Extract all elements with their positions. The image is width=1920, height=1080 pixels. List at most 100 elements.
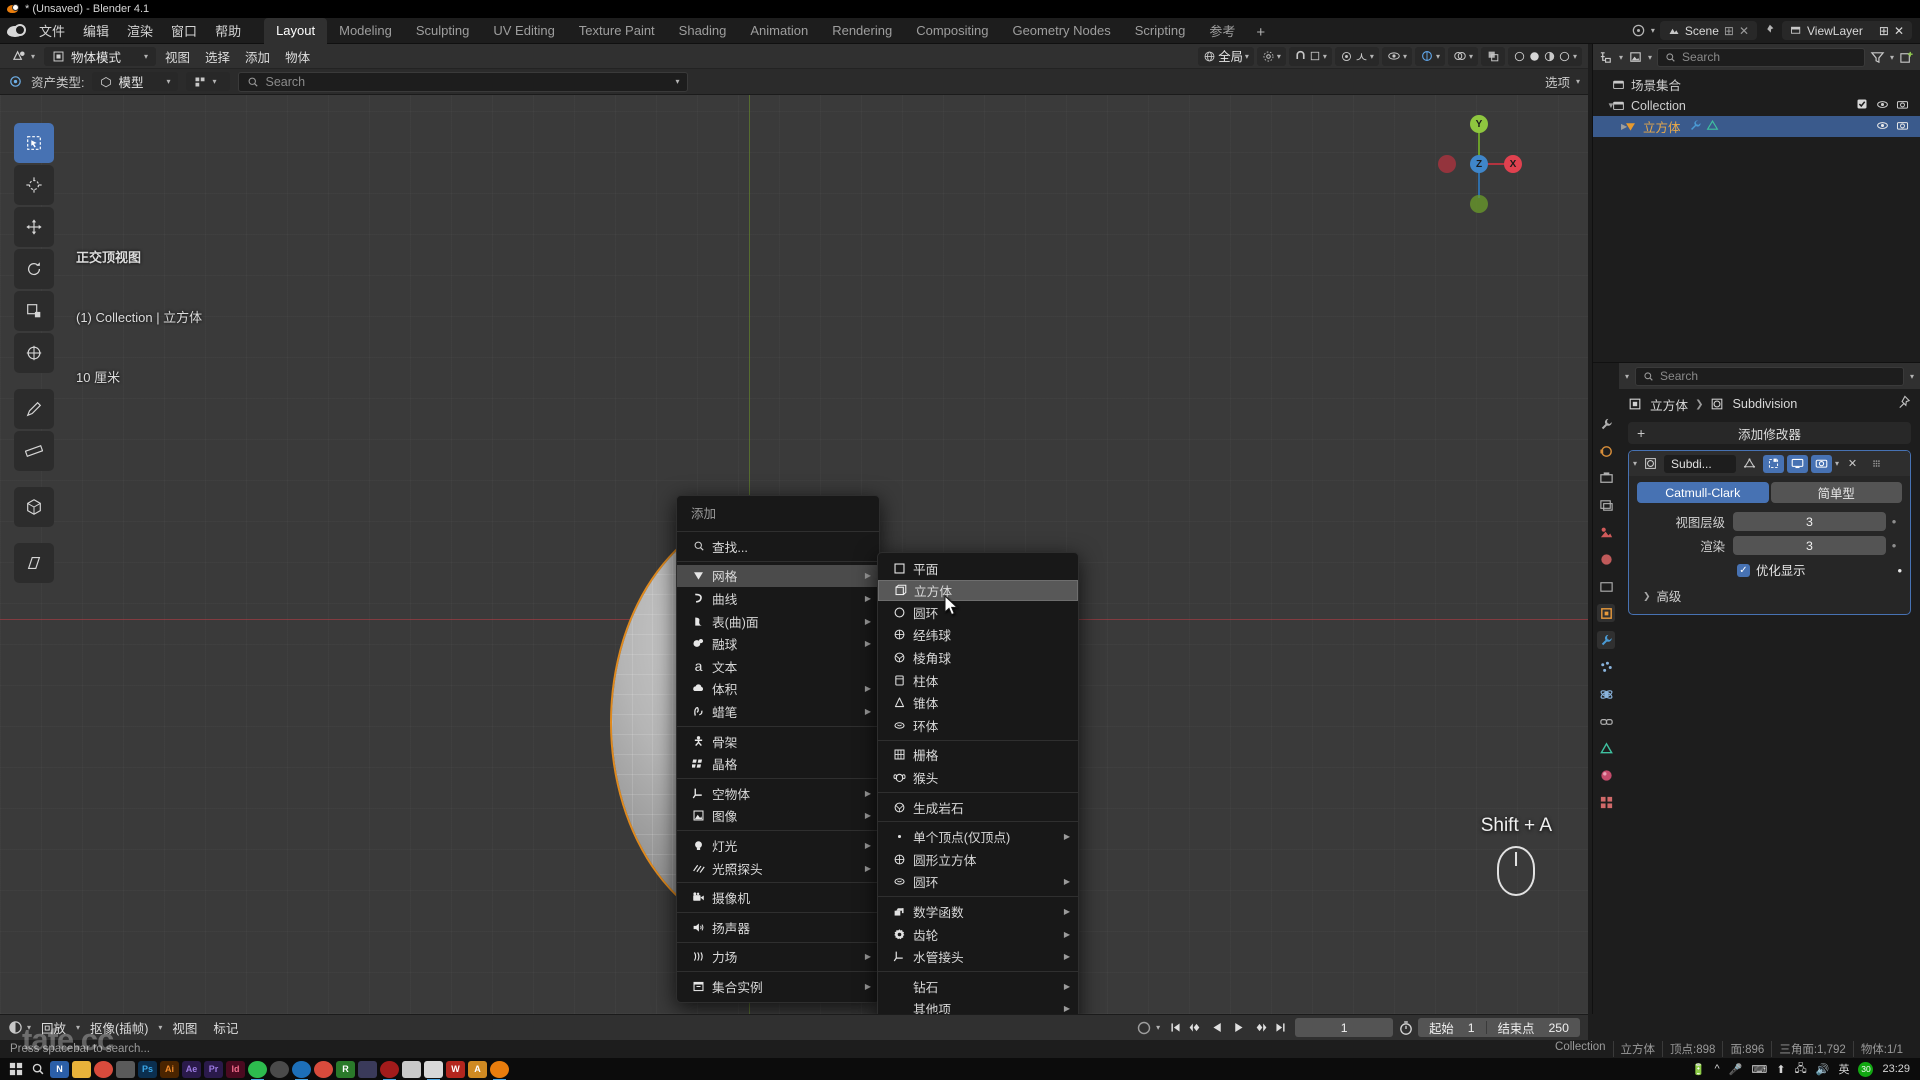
tab-modeling[interactable]: Modeling [327, 18, 404, 44]
taskbar-search-icon[interactable] [28, 1061, 47, 1078]
gizmo-axis-z[interactable]: Z [1470, 155, 1488, 173]
levels-render-value[interactable]: 3 [1733, 536, 1886, 555]
3d-viewport[interactable]: 正交顶视图 (1) Collection | 立方体 10 厘米 X Y Z S… [0, 95, 1588, 1014]
scene-stats-caret-icon[interactable]: ▾ [1651, 26, 1655, 35]
outliner-row-scene-collection[interactable]: 场景集合 [1593, 74, 1920, 95]
tray-update-icon[interactable]: ⬆ [1776, 1063, 1785, 1076]
tray-badge[interactable]: 30 [1858, 1061, 1874, 1077]
advanced-section-header[interactable]: ❯ 高级 [1637, 581, 1902, 605]
mesh-item-torus[interactable]: 环体 [878, 714, 1078, 737]
options-caret-icon[interactable]: ▾ [1576, 77, 1580, 86]
modifier-expand-caret-icon[interactable]: ▾ [1633, 459, 1637, 468]
mesh-item-uv-sphere[interactable]: 经纬球 [878, 624, 1078, 647]
disclosure-triangle-icon[interactable]: ▶ [1593, 122, 1627, 131]
taskbar-app-autodesk[interactable]: A [468, 1060, 487, 1078]
tab-layout[interactable]: Layout [264, 17, 328, 44]
timeline-type-caret-icon[interactable]: ▾ [27, 1023, 31, 1032]
mesh-item-cone[interactable]: 锥体 [878, 691, 1078, 714]
tray-keyboard-icon[interactable]: ⌨ [1751, 1063, 1767, 1076]
tab-world[interactable] [1597, 550, 1615, 568]
new-collection-icon[interactable] [1899, 50, 1914, 65]
view-layer-selector[interactable]: ViewLayer ⊞ ✕ [1782, 21, 1912, 40]
tray-volume-icon[interactable]: 🔊 [1816, 1063, 1830, 1076]
transform-orientation-selector[interactable]: 全局 ▾ [1198, 46, 1254, 66]
tab-view-layer[interactable] [1597, 496, 1615, 514]
play-button[interactable] [1228, 1018, 1248, 1037]
viewport-menu-view[interactable]: 视图 [159, 47, 196, 66]
show-in-edit-mode-icon[interactable] [1763, 454, 1785, 473]
taskbar-app-folder[interactable] [72, 1060, 91, 1078]
start-frame-field[interactable]: 起始 1 [1418, 1019, 1485, 1037]
disclosure-triangle-icon[interactable]: ▼ [1593, 101, 1615, 110]
add-menu-item-volume[interactable]: 体积 ▶ [677, 678, 879, 701]
tab-rendering[interactable]: Rendering [820, 18, 904, 44]
drag-handle-icon[interactable] [1866, 455, 1887, 473]
taskbar-app-browser2[interactable] [314, 1060, 333, 1078]
mesh-item-cube[interactable]: 立方体 [878, 579, 1078, 602]
tool-rotate[interactable] [14, 249, 54, 289]
tab-output[interactable] [1597, 469, 1615, 487]
properties-filter-caret-icon[interactable]: ▾ [1625, 372, 1629, 381]
close-icon[interactable]: ✕ [1842, 455, 1863, 473]
viewport-visibility-group[interactable]: ▾ [1381, 46, 1412, 66]
taskbar-app-note2[interactable] [402, 1060, 421, 1078]
tab-shading[interactable]: Shading [667, 18, 739, 44]
mesh-item-circle[interactable]: 圆环 [878, 601, 1078, 624]
tray-ime-label[interactable]: 英 [1838, 1061, 1849, 1077]
tool-shear[interactable] [14, 543, 54, 583]
tab-sculpting[interactable]: Sculpting [404, 18, 481, 44]
tab-reference[interactable]: 参考 [1197, 18, 1247, 44]
pivot-point-selector[interactable]: ▾ [1256, 46, 1286, 66]
menu-help[interactable]: 帮助 [206, 18, 250, 43]
start-button-icon[interactable] [6, 1061, 25, 1078]
add-menu-item-camera[interactable]: 摄像机 [677, 886, 879, 909]
add-menu-item-image[interactable]: 图像 ▶ [677, 805, 879, 828]
tab-object-data[interactable] [1597, 739, 1615, 757]
gizmo-axis-x[interactable]: X [1504, 155, 1522, 173]
tool-scale[interactable] [14, 291, 54, 331]
search-caret-icon[interactable]: ▾ [675, 77, 679, 86]
tool-select-box[interactable] [14, 123, 54, 163]
taskbar-app-illustrator[interactable]: Ai [160, 1060, 179, 1078]
gizmo-axis-y[interactable]: Y [1470, 115, 1488, 133]
tab-object[interactable] [1597, 604, 1615, 622]
menu-window[interactable]: 窗口 [162, 18, 206, 43]
camera-render-icon[interactable] [1892, 98, 1912, 114]
taskbar-app-photoshop[interactable]: Ps [138, 1060, 157, 1078]
playback-caret-icon[interactable]: ▾ [76, 1023, 80, 1032]
jump-to-end-button[interactable] [1270, 1018, 1290, 1037]
mesh-item-plane[interactable]: 平面 [878, 557, 1078, 580]
tab-constraints[interactable] [1597, 712, 1615, 730]
scene-delete-icon[interactable]: ✕ [1739, 24, 1749, 38]
add-menu-item-armature[interactable]: 骨架 [677, 730, 879, 753]
breadcrumb-modifier-label[interactable]: Subdivision [1732, 397, 1797, 411]
taskbar-app-wechat[interactable] [248, 1060, 267, 1080]
viewport-options-label[interactable]: 选项 [1545, 72, 1570, 91]
taskbar-app-unknown[interactable] [358, 1060, 377, 1078]
tray-clock[interactable]: 23:29 [1882, 1063, 1910, 1075]
tab-modifiers[interactable] [1597, 631, 1615, 649]
taskbar-app-after-effects[interactable]: Ae [182, 1060, 201, 1078]
interaction-mode-selector[interactable]: 物体模式 ▾ [44, 46, 157, 66]
menu-file[interactable]: 文件 [30, 18, 74, 43]
asset-display-mode[interactable]: ▾ [186, 72, 231, 91]
tab-geometry-nodes[interactable]: Geometry Nodes [1000, 18, 1122, 44]
taskbar-app-terminal[interactable]: R [336, 1060, 355, 1078]
add-menu-search[interactable]: 查找... [677, 535, 879, 558]
add-menu-item-light-probe[interactable]: 光照探头 ▶ [677, 857, 879, 880]
animate-property-dot-icon[interactable]: • [1897, 563, 1902, 578]
auto-keying-icon[interactable] [1136, 1020, 1151, 1035]
taskbar-app-panda[interactable] [424, 1060, 443, 1080]
tool-transform[interactable] [14, 333, 54, 373]
optimal-display-checkbox[interactable]: ✓ [1737, 563, 1750, 577]
tab-render[interactable] [1597, 442, 1615, 460]
add-menu-item-surface[interactable]: 表(曲)面 ▶ [677, 610, 879, 633]
tab-texture[interactable] [1597, 793, 1615, 811]
collection-checkbox[interactable] [1852, 98, 1872, 113]
taskbar-app-blender[interactable] [490, 1060, 509, 1080]
outliner-search-input[interactable]: Search [1657, 47, 1865, 67]
mesh-item-rock-generator[interactable]: 生成岩石 [878, 796, 1078, 819]
tray-expand-icon[interactable]: ^ [1715, 1063, 1720, 1075]
mesh-item-monkey[interactable]: 猴头 [878, 766, 1078, 789]
tab-scene[interactable] [1597, 523, 1615, 541]
